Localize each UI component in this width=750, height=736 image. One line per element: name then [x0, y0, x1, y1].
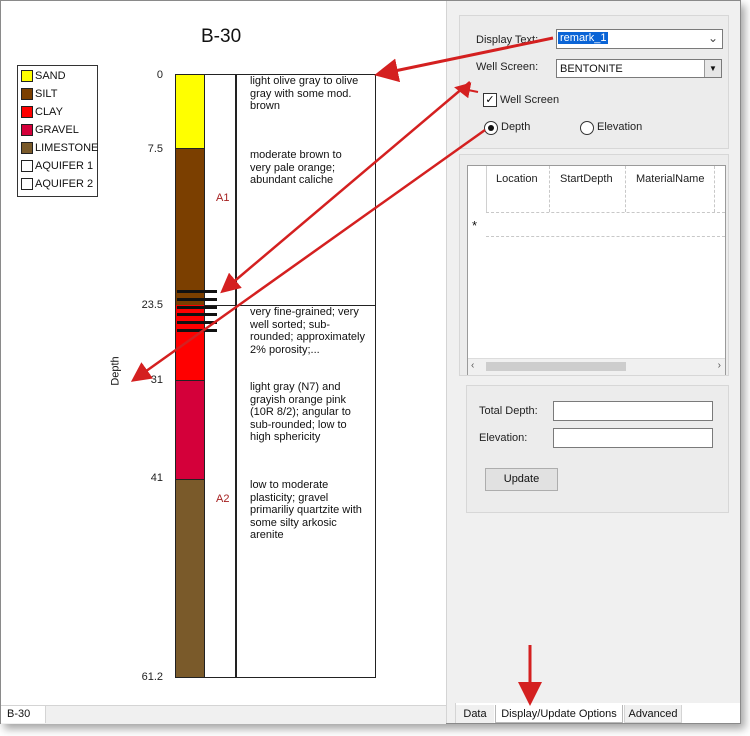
arrow	[374, 36, 554, 83]
annotation-arrows	[130, 36, 554, 706]
arrow	[130, 128, 486, 382]
arrow	[220, 81, 471, 294]
